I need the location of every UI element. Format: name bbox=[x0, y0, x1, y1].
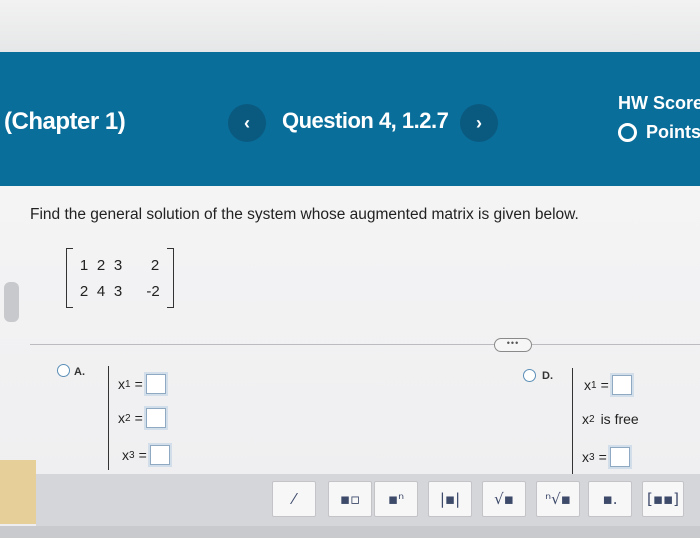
matrix-cell: 1 bbox=[79, 257, 89, 274]
question-prompt: Find the general solution of the system … bbox=[30, 206, 579, 223]
mixed-number-button[interactable]: ▪▫ bbox=[328, 481, 372, 517]
matrix-cell: 3 bbox=[113, 283, 123, 300]
chevron-left-icon: ‹ bbox=[244, 112, 250, 133]
option-a-x2-input[interactable] bbox=[145, 408, 166, 428]
matrix-cell: 2 bbox=[79, 283, 89, 300]
option-d-row-x2: x2 is free bbox=[582, 411, 639, 427]
variable-subscript: 3 bbox=[589, 451, 595, 463]
mixed-number-icon: ▪▫ bbox=[339, 490, 361, 508]
nth-root-button[interactable]: ⁿ√▪ bbox=[536, 481, 580, 517]
equals-sign: = bbox=[138, 447, 147, 463]
variable-subscript: 2 bbox=[125, 412, 131, 424]
points-label: Points bbox=[646, 122, 700, 142]
option-a-row-x3: x3 = bbox=[122, 445, 170, 465]
equals-sign: = bbox=[598, 449, 607, 465]
square-root-icon: √▪ bbox=[494, 490, 514, 508]
matrix-cell: 2 bbox=[150, 257, 160, 274]
option-d-x1-input[interactable] bbox=[611, 375, 632, 395]
absolute-value-button[interactable]: |▪| bbox=[428, 481, 472, 517]
section-divider bbox=[30, 344, 700, 345]
free-variable-text: is free bbox=[600, 411, 639, 427]
option-d-row-x3: x3 = bbox=[582, 447, 630, 467]
option-d-letter: D. bbox=[542, 370, 553, 382]
variable-label: x bbox=[584, 377, 591, 393]
option-a-x1-input[interactable] bbox=[145, 374, 166, 394]
option-a-x3-input[interactable] bbox=[149, 445, 170, 465]
previous-question-button[interactable]: ‹ bbox=[228, 104, 266, 142]
variable-subscript: 3 bbox=[129, 449, 135, 461]
exponent-icon: ▪ⁿ bbox=[387, 490, 405, 508]
exponent-button[interactable]: ▪ⁿ bbox=[374, 481, 418, 517]
option-a-row-x1: x1 = bbox=[118, 374, 166, 394]
hw-score-label: HW Score bbox=[618, 93, 700, 113]
next-question-button[interactable]: › bbox=[460, 104, 498, 142]
variable-subscript: 2 bbox=[589, 413, 595, 425]
nth-root-icon: ⁿ√▪ bbox=[545, 490, 571, 508]
matrix-cell: -2 bbox=[146, 283, 160, 300]
matrix-icon: [▪▪] bbox=[646, 490, 680, 508]
augmented-matrix: 1 2 3 2 2 4 3 -2 bbox=[66, 248, 174, 308]
variable-label: x bbox=[122, 447, 129, 463]
fraction-button[interactable]: ⁄ bbox=[272, 481, 316, 517]
matrix-cell: 2 bbox=[96, 257, 106, 274]
option-a-letter: A. bbox=[74, 366, 85, 378]
equals-sign: = bbox=[134, 410, 143, 426]
browser-top-strip bbox=[0, 0, 700, 52]
option-d-brace bbox=[572, 368, 582, 474]
left-panel-edge bbox=[0, 460, 36, 524]
bottom-strip bbox=[0, 526, 700, 538]
matrix-button[interactable]: [▪▪] bbox=[642, 481, 684, 517]
question-title: Question 4, 1.2.7 bbox=[282, 108, 449, 133]
variable-label: x bbox=[118, 410, 125, 426]
matrix-right-bracket bbox=[167, 248, 174, 308]
option-a-row-x2: x2 = bbox=[118, 408, 166, 428]
square-root-button[interactable]: √▪ bbox=[482, 481, 526, 517]
matrix-cell: 4 bbox=[96, 283, 106, 300]
chapter-label: (Chapter 1) bbox=[4, 108, 126, 135]
chevron-right-icon: › bbox=[476, 112, 482, 133]
variable-label: x bbox=[582, 411, 589, 427]
variable-label: x bbox=[118, 376, 125, 392]
option-d-x3-input[interactable] bbox=[609, 447, 630, 467]
side-tab-handle[interactable] bbox=[4, 282, 19, 322]
matrix-cell: 3 bbox=[113, 257, 123, 274]
option-a-brace bbox=[108, 366, 118, 470]
option-a-radio[interactable] bbox=[57, 364, 70, 377]
more-options-button[interactable]: ••• bbox=[494, 338, 532, 352]
equals-sign: = bbox=[134, 376, 143, 392]
fraction-icon: ⁄ bbox=[292, 490, 296, 508]
points-circle-icon bbox=[618, 123, 637, 142]
absolute-value-icon: |▪| bbox=[439, 490, 461, 508]
decimal-button[interactable]: ▪. bbox=[588, 481, 632, 517]
option-d-row-x1: x1 = bbox=[584, 375, 632, 395]
variable-subscript: 1 bbox=[591, 379, 597, 391]
decimal-icon: ▪. bbox=[602, 490, 618, 508]
points-row: Points bbox=[618, 122, 700, 143]
option-d-radio[interactable] bbox=[523, 369, 536, 382]
equals-sign: = bbox=[600, 377, 609, 393]
header-bar: (Chapter 1) ‹ Question 4, 1.2.7 › HW Sco… bbox=[0, 52, 700, 186]
matrix-left-bracket bbox=[66, 248, 73, 308]
variable-label: x bbox=[582, 449, 589, 465]
variable-subscript: 1 bbox=[125, 378, 131, 390]
